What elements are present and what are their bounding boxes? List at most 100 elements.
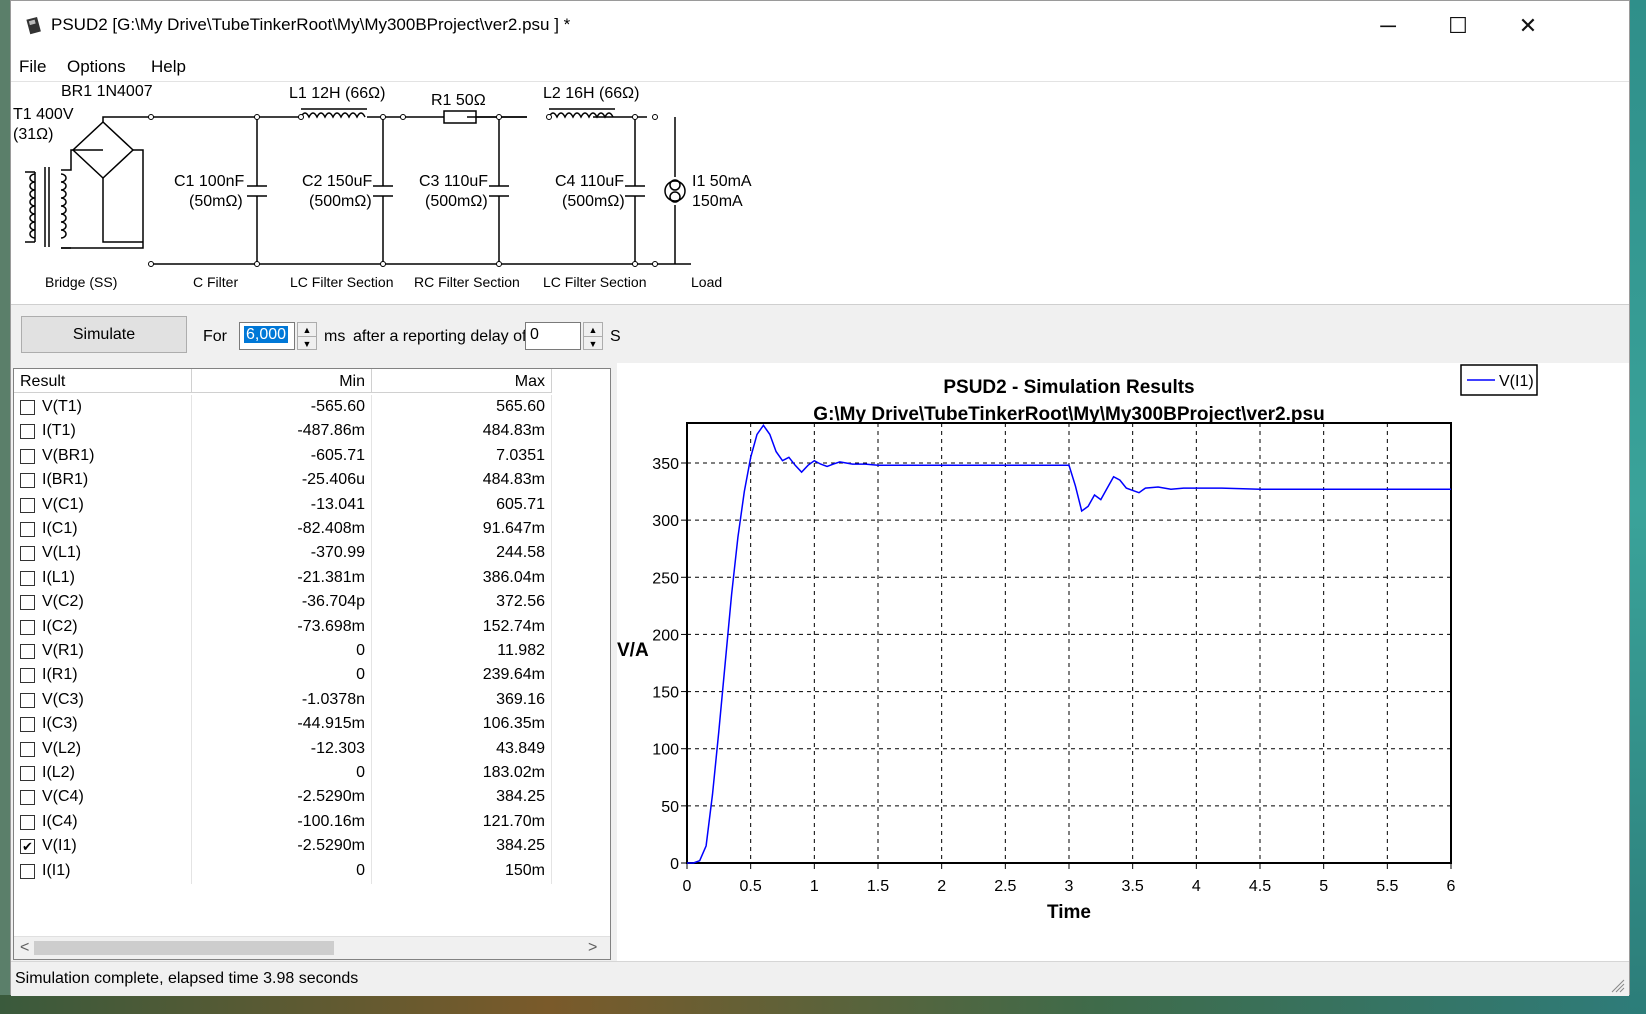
table-row[interactable]: V(C2) -36.704p 372.56 [14,590,610,616]
duration-input[interactable]: 6,000 [239,322,295,350]
result-max: 152.74m [372,614,552,640]
result-min: 0 [192,761,372,786]
capacitor-c1 [247,117,267,264]
table-row[interactable]: I(C3) -44.915m 106.35m [14,712,610,738]
result-checkbox[interactable] [20,570,35,586]
result-name-cell: V(C1) [14,492,192,518]
result-checkbox[interactable]: ✔ [20,839,35,855]
result-checkbox[interactable] [20,400,35,415]
result-min: -44.915m [192,712,372,738]
result-checkbox[interactable] [20,546,35,562]
result-max: 11.982 [372,639,552,664]
scroll-left-icon[interactable]: < [20,939,29,957]
label-br1: BR1 1N4007 [61,83,153,100]
label-i1-line2: 150mA [692,193,743,210]
result-checkbox[interactable] [20,741,35,757]
table-row[interactable]: V(L1) -370.99 244.58 [14,541,610,567]
table-row[interactable]: I(L1) -21.381m 386.04m [14,565,610,591]
table-row[interactable]: ✔ V(I1) -2.5290m 384.25 [14,834,610,860]
result-max: 121.70m [372,809,552,835]
table-row[interactable]: I(C2) -73.698m 152.74m [14,614,610,640]
column-min[interactable]: Min [192,369,372,393]
table-row[interactable]: I(C4) -100.16m 121.70m [14,809,610,835]
result-name-cell: V(BR1) [14,443,192,469]
table-row[interactable]: I(R1) 0 239.64m [14,663,610,689]
duration-spinner[interactable]: ▲ ▼ [297,322,317,350]
result-checkbox[interactable] [20,448,35,464]
results-table[interactable]: Result Min Max V(T1) -565.60 565.60 I(T1) -4… [13,368,611,960]
label-i1-line1: I1 50mA [692,173,752,190]
result-checkbox[interactable] [20,717,35,733]
result-checkbox[interactable] [20,522,35,537]
result-max: 106.35m [372,712,552,738]
horizontal-scrollbar[interactable]: < > [14,936,610,959]
duration-down-icon[interactable]: ▼ [298,337,316,350]
simulate-button[interactable]: Simulate [21,316,187,353]
result-min: -370.99 [192,541,372,567]
menu-options[interactable]: Options [67,57,126,77]
scroll-thumb[interactable] [34,941,334,955]
table-row[interactable]: V(T1) -565.60 565.60 [14,395,610,420]
result-min: -21.381m [192,565,372,591]
delay-input[interactable]: 0 [525,322,581,350]
close-button[interactable]: ✕ [1493,1,1563,51]
menu-help[interactable]: Help [151,57,186,77]
result-name: I(BR1) [42,471,89,489]
delay-spinner[interactable]: ▲ ▼ [583,322,603,350]
table-row[interactable]: I(C1) -82.408m 91.647m [14,517,610,542]
results-header: Result Min Max [14,369,610,393]
result-name-cell: I(C4) [14,809,192,835]
column-result[interactable]: Result [14,369,192,393]
table-row[interactable]: V(R1) 0 11.982 [14,639,610,664]
result-checkbox[interactable] [20,497,35,513]
result-name: I(C3) [42,715,78,733]
result-checkbox[interactable] [20,692,35,708]
result-checkbox[interactable] [20,619,35,635]
x-tick-label: 4.5 [1249,878,1271,895]
label-c3-line2: (500mΩ) [425,193,488,210]
result-checkbox[interactable] [20,595,35,611]
result-name-cell: V(R1) [14,639,192,664]
result-name: I(C1) [42,520,78,537]
result-max: 7.0351 [372,443,552,469]
section-lc-filter-1: LC Filter Section [290,274,393,290]
table-row[interactable]: I(BR1) -25.406u 484.83m [14,468,610,494]
ms-label: ms [324,328,346,345]
title-bar[interactable]: PSUD2 [G:\My Drive\TubeTinkerRoot\My\My3… [11,1,1629,51]
result-max: 565.60 [372,395,552,420]
minimize-button[interactable]: ─ [1353,1,1423,51]
result-checkbox[interactable] [20,668,35,684]
result-checkbox[interactable] [20,644,35,659]
table-row[interactable]: V(C1) -13.041 605.71 [14,492,610,518]
scroll-right-icon[interactable]: > [588,939,597,957]
table-row[interactable]: V(L2) -12.303 43.849 [14,736,610,762]
table-row[interactable]: V(C3) -1.0378n 369.16 [14,687,610,713]
column-max[interactable]: Max [372,369,552,393]
x-axis-label: Time [1047,902,1091,923]
delay-down-icon[interactable]: ▼ [584,337,602,350]
transformer-secondary [60,173,67,239]
y-tick-label: 300 [652,513,679,530]
table-row[interactable]: I(I1) 0 150m [14,858,610,884]
result-checkbox[interactable] [20,766,35,781]
result-name-cell: I(L1) [14,565,192,591]
result-checkbox[interactable] [20,790,35,806]
result-name-cell: I(R1) [14,663,192,689]
y-tick-label: 250 [652,570,679,587]
resize-grip-icon[interactable] [1611,979,1625,993]
result-checkbox[interactable] [20,473,35,489]
result-min: 0 [192,858,372,884]
duration-up-icon[interactable]: ▲ [298,323,316,337]
x-tick-label: 5.5 [1376,878,1398,895]
label-t1-line2: (31Ω) [13,126,53,143]
result-checkbox[interactable] [20,814,35,830]
table-row[interactable]: V(BR1) -605.71 7.0351 [14,443,610,469]
result-checkbox[interactable] [20,863,35,879]
menu-file[interactable]: File [19,57,46,77]
table-row[interactable]: V(C4) -2.5290m 384.25 [14,785,610,811]
table-row[interactable]: I(L2) 0 183.02m [14,761,610,786]
maximize-button[interactable]: ☐ [1423,1,1493,51]
table-row[interactable]: I(T1) -487.86m 484.83m [14,419,610,445]
delay-up-icon[interactable]: ▲ [584,323,602,337]
result-checkbox[interactable] [20,424,35,440]
